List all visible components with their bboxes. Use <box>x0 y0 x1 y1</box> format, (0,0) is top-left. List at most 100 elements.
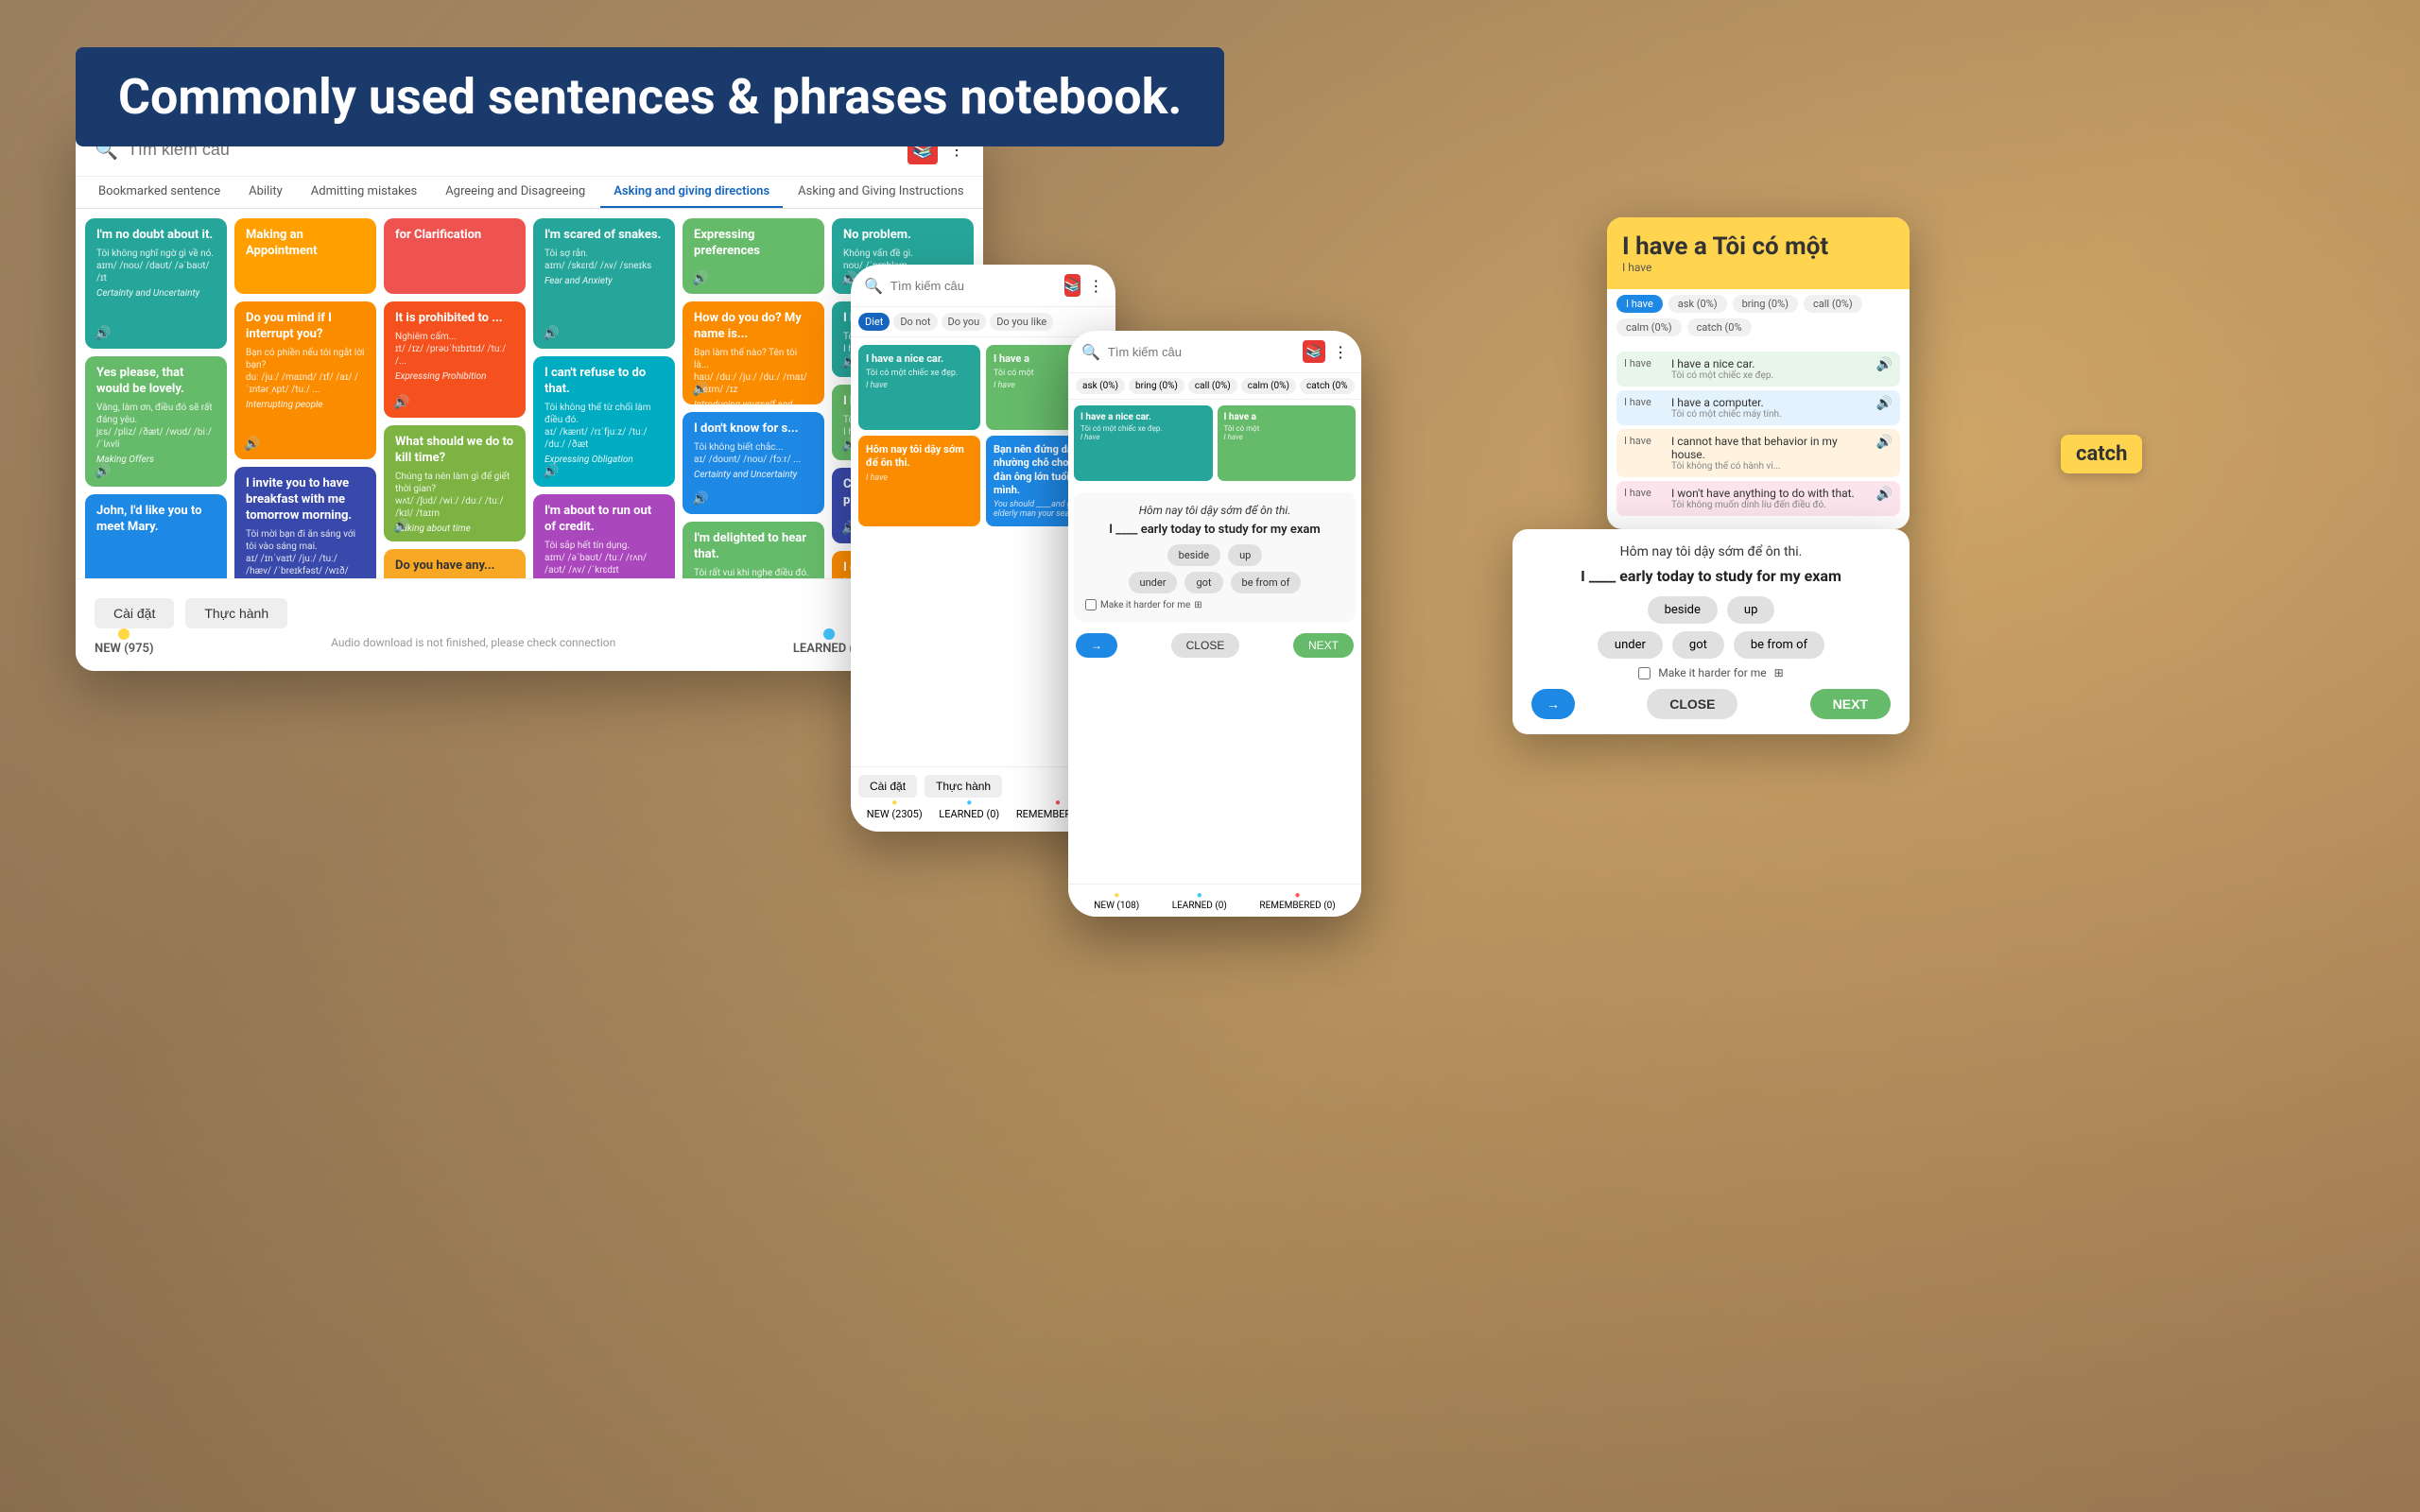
qsc-close-btn[interactable]: CLOSE <box>1647 689 1737 719</box>
vp-item-3[interactable]: I have I cannot have that behavior in my… <box>1616 429 1900 477</box>
phone-tab-doyou[interactable]: Do you <box>942 313 987 331</box>
phone-card-1[interactable]: I have a nice car. Tôi có một chiếc xe đ… <box>858 345 980 430</box>
qsc-opt-beside[interactable]: beside <box>1648 596 1718 624</box>
vp-sound-2[interactable]: 🔊 <box>1876 396 1893 411</box>
vp-sound-3[interactable]: 🔊 <box>1876 435 1893 450</box>
pr-new-dot: ● <box>1114 890 1119 901</box>
learned-dot <box>823 628 835 640</box>
quiz-option-beside[interactable]: beside <box>1167 544 1220 566</box>
phone-tab-diet[interactable]: Diet <box>858 313 890 331</box>
vp-bar-catch[interactable]: catch (0% <box>1687 318 1752 336</box>
quiz-option-befromof[interactable]: be from of <box>1231 572 1302 593</box>
sound-icon[interactable]: 🔊 <box>95 464 111 479</box>
card-subtitle: Nghiêm cấm... <box>395 331 514 343</box>
qsc-harder-checkbox[interactable] <box>1638 667 1651 679</box>
vp-bar-bring[interactable]: bring (0%) <box>1733 295 1798 313</box>
phone-search-input[interactable] <box>890 279 1057 293</box>
card-how-do-you[interactable]: How do you do? My name is... Bạn làm thế… <box>683 301 824 404</box>
harder-checkbox[interactable] <box>1085 599 1097 610</box>
vp-sound-1[interactable]: 🔊 <box>1876 357 1893 372</box>
vp-item-4[interactable]: I have I won't have anything to do with … <box>1616 481 1900 516</box>
quiz-close-btn[interactable]: CLOSE <box>1171 633 1240 658</box>
pr-tab-ask[interactable]: ask (0%) <box>1076 378 1125 394</box>
sound-icon[interactable]: 🔊 <box>543 326 559 341</box>
sound-icon[interactable]: 🔊 <box>692 271 708 286</box>
qsc-opt-up[interactable]: up <box>1727 596 1774 624</box>
quiz-option-up[interactable]: up <box>1228 544 1262 566</box>
vp-item-1[interactable]: I have I have a nice car. Tôi có một chi… <box>1616 352 1900 387</box>
pr-card-1[interactable]: I have a nice car. Tôi có một chiếc xe đ… <box>1074 405 1213 481</box>
tab-agreeing[interactable]: Agreeing and Disagreeing <box>432 177 598 208</box>
sound-icon[interactable]: 🔊 <box>244 437 260 452</box>
phone-cai-dat-btn[interactable]: Cài đặt <box>858 775 917 798</box>
pr-search-input[interactable] <box>1108 345 1295 359</box>
vp-trans-2: Tôi có một chiếc máy tính. <box>1671 409 1867 420</box>
vp-item-2[interactable]: I have I have a computer. Tôi có một chi… <box>1616 390 1900 425</box>
pr-remembered-dot: ● <box>1295 890 1301 901</box>
card-subtitle: Bạn có phiền nếu tôi ngắt lời bạn? <box>246 347 365 371</box>
qsc-arrow-btn[interactable]: → <box>1531 689 1575 719</box>
sound-icon[interactable]: 🔊 <box>692 491 708 507</box>
quiz-option-got[interactable]: got <box>1184 572 1222 593</box>
card-clarification[interactable]: for Clarification <box>384 218 526 294</box>
pr-tab-bring[interactable]: bring (0%) <box>1129 378 1184 394</box>
phone-more-icon[interactable]: ⋮ <box>1088 277 1103 295</box>
sound-icon[interactable]: 🔊 <box>95 326 111 341</box>
vp-bar-call[interactable]: call (0%) <box>1804 295 1862 313</box>
phone-card-3[interactable]: Hôm nay tôi dậy sớm để ôn thi. I have <box>858 436 980 526</box>
qsc-opt-under[interactable]: under <box>1598 631 1663 659</box>
vp-sentence-2: I have a computer. <box>1671 396 1867 409</box>
tab-admitting[interactable]: Admitting mistakes <box>298 177 430 208</box>
phone-tab-doyoulike[interactable]: Do you like <box>990 313 1053 331</box>
card-dont-know[interactable]: I don't know for s... Tôi không biết chắ… <box>683 412 824 515</box>
vp-bar-calm[interactable]: calm (0%) <box>1616 318 1682 336</box>
card-prohibited[interactable]: It is prohibited to ... Nghiêm cấm... ɪt… <box>384 301 526 418</box>
card-title: John, I'd like you to meet Mary. <box>96 504 216 536</box>
phone-thuc-hanh-btn[interactable]: Thực hành <box>925 775 1002 798</box>
pr-book-icon[interactable]: 📚 <box>1303 340 1325 363</box>
tab-bookmarked[interactable]: Bookmarked sentence <box>85 177 233 208</box>
new-dot <box>118 628 130 640</box>
tab-instructions[interactable]: Asking and Giving Instructions <box>785 177 977 208</box>
card-no-doubt[interactable]: I'm no doubt about it. Tôi không nghĩ ng… <box>85 218 227 349</box>
vp-center-4: I won't have anything to do with that. T… <box>1671 487 1867 510</box>
tab-permission[interactable]: Asking and Giving Permission <box>979 177 983 208</box>
card-kill-time[interactable]: What should we do to kill time? Chúng ta… <box>384 425 526 541</box>
card-interrupt[interactable]: Do you mind if I interrupt you? Bạn có p… <box>234 301 376 459</box>
card-refuse[interactable]: I can't refuse to do that. Tôi không thể… <box>533 356 675 487</box>
sound-icon[interactable]: 🔊 <box>543 464 559 479</box>
vp-sound-4[interactable]: 🔊 <box>1876 487 1893 502</box>
vp-bar-ihave[interactable]: I have <box>1616 295 1663 313</box>
sound-icon[interactable]: 🔊 <box>692 382 708 397</box>
cai-dat-button[interactable]: Cài đặt <box>95 598 174 628</box>
phone-tab-donot[interactable]: Do not <box>893 313 937 331</box>
card-yes-please[interactable]: Yes please, that would be lovely. Vâng, … <box>85 356 227 487</box>
quiz-option-under[interactable]: under <box>1129 572 1178 593</box>
quiz-arrow-btn[interactable]: → <box>1076 633 1117 658</box>
pc-title: I have a nice car. <box>866 352 973 366</box>
qsc-opt-got[interactable]: got <box>1672 631 1724 659</box>
sound-icon[interactable]: 🔊 <box>393 395 409 410</box>
vp-center-2: I have a computer. Tôi có một chiếc máy … <box>1671 396 1867 420</box>
qsc-harder-label: Make it harder for me <box>1658 666 1766 679</box>
pr-tab-catch[interactable]: catch (0% <box>1300 378 1355 394</box>
vp-bar-ask[interactable]: ask (0%) <box>1668 295 1727 313</box>
tab-ability[interactable]: Ability <box>235 177 296 208</box>
sound-icon[interactable]: 🔊 <box>393 519 409 534</box>
vp-header: I have a Tôi có một I have <box>1607 217 1910 289</box>
quiz-next-btn[interactable]: NEXT <box>1293 633 1354 658</box>
card-preferences[interactable]: Expressing preferences 🔊 <box>683 218 824 294</box>
pr-card-2[interactable]: I have a Tôi có một I have <box>1218 405 1357 481</box>
tab-directions[interactable]: Asking and giving directions <box>600 177 783 208</box>
pr-more-icon[interactable]: ⋮ <box>1333 343 1348 361</box>
card-phonetic: aɪm/ /skɛrd/ /ʌv/ /sneɪks <box>544 260 664 272</box>
qsc-opt-befromof[interactable]: be from of <box>1734 631 1824 659</box>
card-scared[interactable]: I'm scared of snakes. Tôi sợ rắn. aɪm/ /… <box>533 218 675 349</box>
pr-tab-calm[interactable]: calm (0%) <box>1241 378 1296 394</box>
card-appointment[interactable]: Making an Appointment <box>234 218 376 294</box>
qsc-next-btn[interactable]: NEXT <box>1810 689 1891 719</box>
thuc-hanh-button[interactable]: Thực hành <box>185 598 287 628</box>
phone-book-icon[interactable]: 📚 <box>1064 274 1080 297</box>
pr-tab-call[interactable]: call (0%) <box>1188 378 1237 394</box>
action-buttons: Cài đặt Thực hành <box>95 598 964 628</box>
